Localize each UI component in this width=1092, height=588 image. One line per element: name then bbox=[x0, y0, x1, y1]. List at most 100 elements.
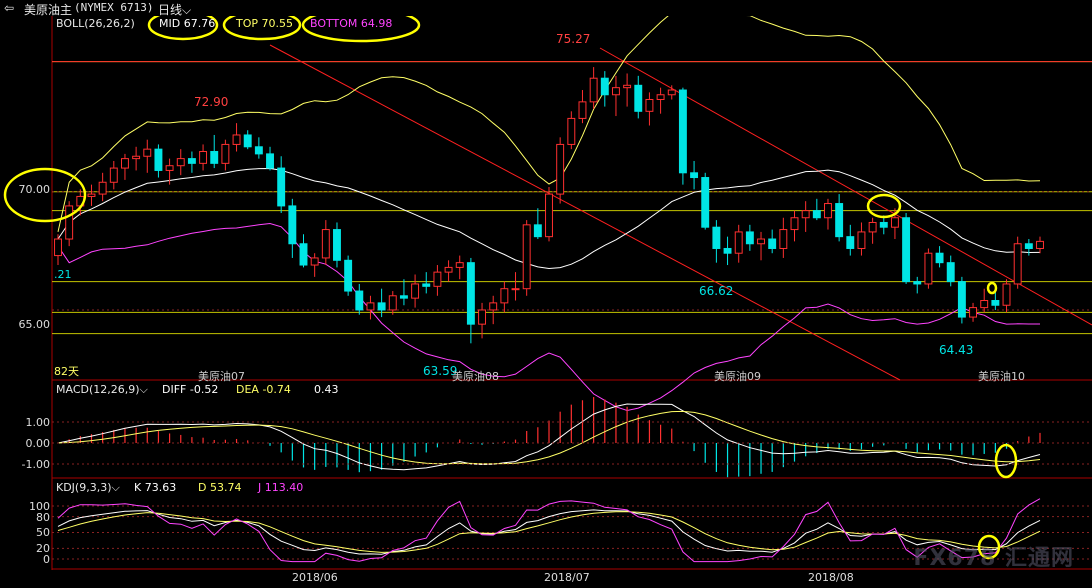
candle-body bbox=[957, 281, 966, 318]
macd-dea-value: DEA -0.74 bbox=[236, 383, 291, 396]
candle-body bbox=[578, 101, 587, 119]
candle-body bbox=[321, 229, 330, 259]
contract-label-09: 美原油09 bbox=[714, 370, 761, 383]
candle-body bbox=[466, 262, 475, 325]
kdj-label[interactable]: KDJ(9,3,3)⌵ bbox=[56, 481, 120, 495]
candle-body bbox=[790, 217, 799, 231]
candle-body bbox=[243, 134, 252, 148]
candle-body bbox=[187, 158, 196, 164]
candle-body bbox=[980, 300, 989, 309]
left-edge-value: .21 bbox=[54, 268, 72, 281]
macd-axis-0: 0.00 bbox=[25, 437, 51, 450]
boll-mid-value: MID 67.76 bbox=[159, 17, 216, 30]
boll-bottom-value: BOTTOM 64.98 bbox=[310, 17, 393, 30]
candle-body bbox=[277, 167, 286, 207]
back-arrow-icon[interactable]: ⇦ bbox=[4, 1, 14, 15]
candle-body bbox=[366, 302, 375, 311]
macd-label[interactable]: MACD(12,26,9)⌵ bbox=[56, 383, 148, 397]
macd-value: 0.43 bbox=[314, 383, 339, 396]
candle-body bbox=[355, 290, 364, 311]
candle-body bbox=[857, 231, 866, 249]
candle-body bbox=[589, 77, 598, 103]
candle-body bbox=[165, 165, 174, 171]
candle-body bbox=[611, 87, 620, 96]
x-axis-label-jun: 2018/06 bbox=[292, 571, 338, 584]
candle-body bbox=[690, 172, 699, 179]
contract-label-07: 美原油07 bbox=[198, 370, 245, 383]
period-selector[interactable]: 日线⌵ bbox=[158, 1, 191, 18]
kdj-axis-0: 0 bbox=[43, 553, 50, 566]
macd-diff-value: DIFF -0.52 bbox=[162, 383, 219, 396]
candle-body bbox=[1002, 283, 1011, 306]
chevron-down-icon: ⌵ bbox=[139, 383, 148, 396]
candle-body bbox=[221, 143, 230, 164]
candle-body bbox=[511, 288, 520, 291]
price-axis-label-65: 65.00 bbox=[18, 318, 51, 331]
high-label-2: 75.27 bbox=[556, 32, 591, 46]
candle-body bbox=[969, 307, 978, 318]
title-bar: ⇦ 美原油主 (NYMEX 6713) 日线⌵ bbox=[0, 0, 1092, 18]
candle-body bbox=[522, 224, 531, 290]
candle-body bbox=[1013, 243, 1022, 285]
highlight-small-ellipse bbox=[986, 281, 998, 295]
candle-body bbox=[254, 146, 263, 155]
candle-body bbox=[132, 155, 141, 160]
candle-body bbox=[667, 89, 676, 96]
candle-body bbox=[154, 148, 163, 171]
candle-body bbox=[87, 193, 96, 197]
candle-body bbox=[991, 300, 1000, 306]
candle-body bbox=[288, 205, 297, 245]
candle-body bbox=[1036, 240, 1044, 249]
kdj-d-value: D 53.74 bbox=[198, 481, 242, 494]
candle-body bbox=[768, 238, 777, 249]
kdj-axis-50: 50 bbox=[36, 526, 50, 539]
candle-body bbox=[946, 262, 955, 283]
x-axis-label-aug: 2018/08 bbox=[808, 571, 854, 584]
candle-body bbox=[779, 229, 788, 249]
candle-body bbox=[143, 148, 152, 157]
candle-body bbox=[701, 177, 710, 228]
candle-body bbox=[1024, 243, 1033, 249]
candle-body bbox=[634, 84, 643, 112]
candle-body bbox=[656, 94, 665, 100]
candle-body bbox=[723, 247, 732, 254]
candle-body bbox=[890, 217, 899, 228]
kdj-axis-80: 80 bbox=[36, 511, 50, 524]
candle-body bbox=[935, 252, 944, 264]
candle-body bbox=[924, 252, 933, 285]
macd-axis-1: 1.00 bbox=[25, 416, 51, 429]
candle-body bbox=[232, 134, 241, 145]
candle-body bbox=[120, 158, 129, 169]
candle-body bbox=[455, 262, 464, 268]
candle-body bbox=[623, 84, 632, 89]
price-chart[interactable] bbox=[0, 0, 1092, 588]
candle-body bbox=[545, 193, 553, 238]
candle-body bbox=[801, 210, 810, 219]
candle-body bbox=[399, 295, 408, 299]
boll-top-value: TOP 70.55 bbox=[236, 17, 293, 30]
candle-body bbox=[444, 266, 453, 273]
candle-body bbox=[422, 283, 431, 287]
candle-body bbox=[500, 288, 509, 304]
candle-body bbox=[556, 143, 565, 195]
candle-body bbox=[913, 281, 922, 285]
kdj-j-line bbox=[57, 498, 1041, 563]
candle-body bbox=[109, 167, 118, 183]
high-label-1: 72.90 bbox=[194, 95, 229, 109]
price-axis-label-70: 70.00 bbox=[18, 183, 51, 196]
candle-body bbox=[266, 153, 274, 169]
chevron-down-icon: ⌵ bbox=[111, 481, 120, 494]
kdj-j-value: J 113.40 bbox=[258, 481, 304, 494]
candle-body bbox=[199, 151, 208, 164]
instrument-symbol: (NYMEX 6713) bbox=[74, 1, 154, 14]
instrument-title: 美原油主 bbox=[24, 3, 73, 17]
candle-body bbox=[734, 231, 743, 254]
candle-body bbox=[489, 302, 498, 311]
candle-body bbox=[868, 221, 877, 233]
candle-body bbox=[310, 257, 319, 266]
candle-body bbox=[600, 77, 609, 96]
candle-body bbox=[65, 205, 74, 240]
candle-body bbox=[745, 231, 754, 245]
boll-label[interactable]: BOLL(26,26,2) bbox=[56, 17, 135, 30]
candle-body bbox=[533, 224, 542, 238]
